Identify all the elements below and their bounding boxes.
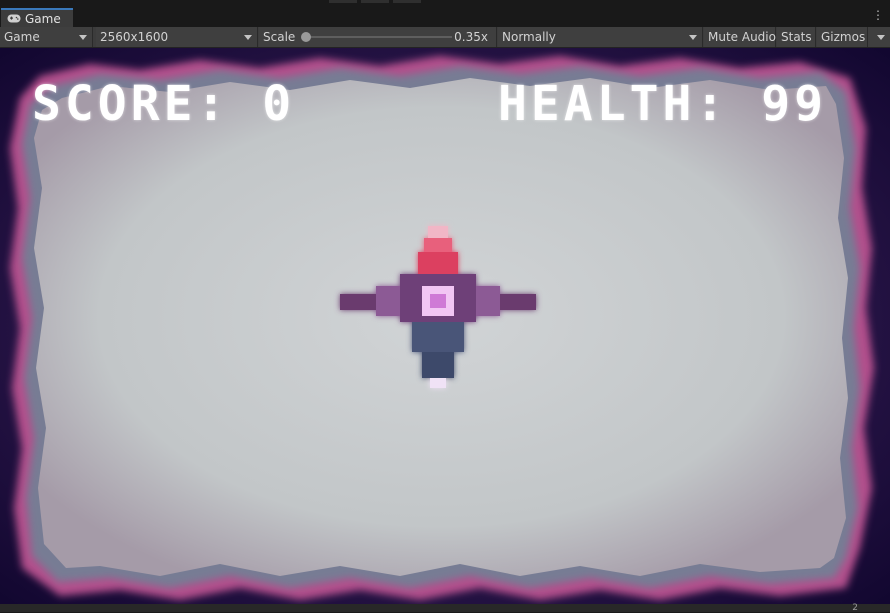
tab-game[interactable]: Game	[1, 8, 73, 27]
chevron-down-icon	[79, 35, 87, 40]
ship-left-wing	[376, 286, 400, 316]
game-toolbar: Game 2560x1600 Scale 0.35x Normally Mute…	[0, 27, 890, 48]
ship-nose	[428, 226, 448, 238]
ship-tail	[430, 378, 446, 388]
display-dropdown[interactable]: Game	[0, 27, 93, 47]
health-display: HEALTH: 99	[498, 76, 827, 132]
ship-engine	[412, 322, 464, 352]
kebab-menu-icon[interactable]: ⋮	[872, 9, 884, 21]
ship-left-wingtip	[340, 294, 376, 310]
scale-slider[interactable]: Scale 0.35x	[259, 27, 497, 47]
tab-label: Game	[25, 11, 61, 26]
scale-label: Scale	[263, 30, 296, 44]
chevron-down-icon	[689, 35, 697, 40]
window-titlebar: Game ⋮	[0, 0, 890, 27]
ship-exhaust	[422, 352, 454, 378]
ship-right-wingtip	[500, 294, 536, 310]
focus-mode-dropdown[interactable]: Normally	[498, 27, 703, 47]
gamepad-icon	[7, 14, 21, 23]
gizmos-dropdown[interactable]	[868, 27, 890, 47]
ship-nose-mid	[424, 238, 452, 252]
resolution-dropdown[interactable]: 2560x1600	[96, 27, 258, 47]
stats-label: Stats	[781, 30, 812, 44]
focus-mode-value: Normally	[502, 30, 556, 44]
ship-core-inner	[430, 294, 446, 308]
gizmos-label: Gizmos	[821, 30, 866, 44]
game-viewport[interactable]: SCORE: 0 HEALTH: 99	[0, 48, 890, 604]
score-display: SCORE: 0	[32, 76, 296, 132]
ship-right-wing	[476, 286, 500, 316]
mute-audio-toggle[interactable]: Mute Audio	[704, 27, 776, 47]
scale-slider-handle[interactable]	[301, 32, 311, 42]
dock-handle	[393, 0, 421, 3]
dock-handle	[361, 0, 389, 3]
chevron-down-icon	[877, 35, 885, 40]
resolution-dropdown-value: 2560x1600	[100, 30, 169, 44]
scale-value: 0.35x	[454, 30, 488, 44]
display-dropdown-value: Game	[4, 30, 40, 44]
dock-handle	[329, 0, 357, 3]
status-count: 2	[852, 603, 858, 613]
chevron-down-icon	[244, 35, 252, 40]
ship-cockpit	[418, 252, 458, 274]
scale-slider-track[interactable]	[303, 36, 452, 38]
mute-audio-label: Mute Audio	[708, 30, 776, 44]
gizmos-toggle[interactable]: Gizmos	[817, 27, 868, 47]
stats-toggle[interactable]: Stats	[777, 27, 816, 47]
status-bar: 2	[0, 603, 890, 613]
